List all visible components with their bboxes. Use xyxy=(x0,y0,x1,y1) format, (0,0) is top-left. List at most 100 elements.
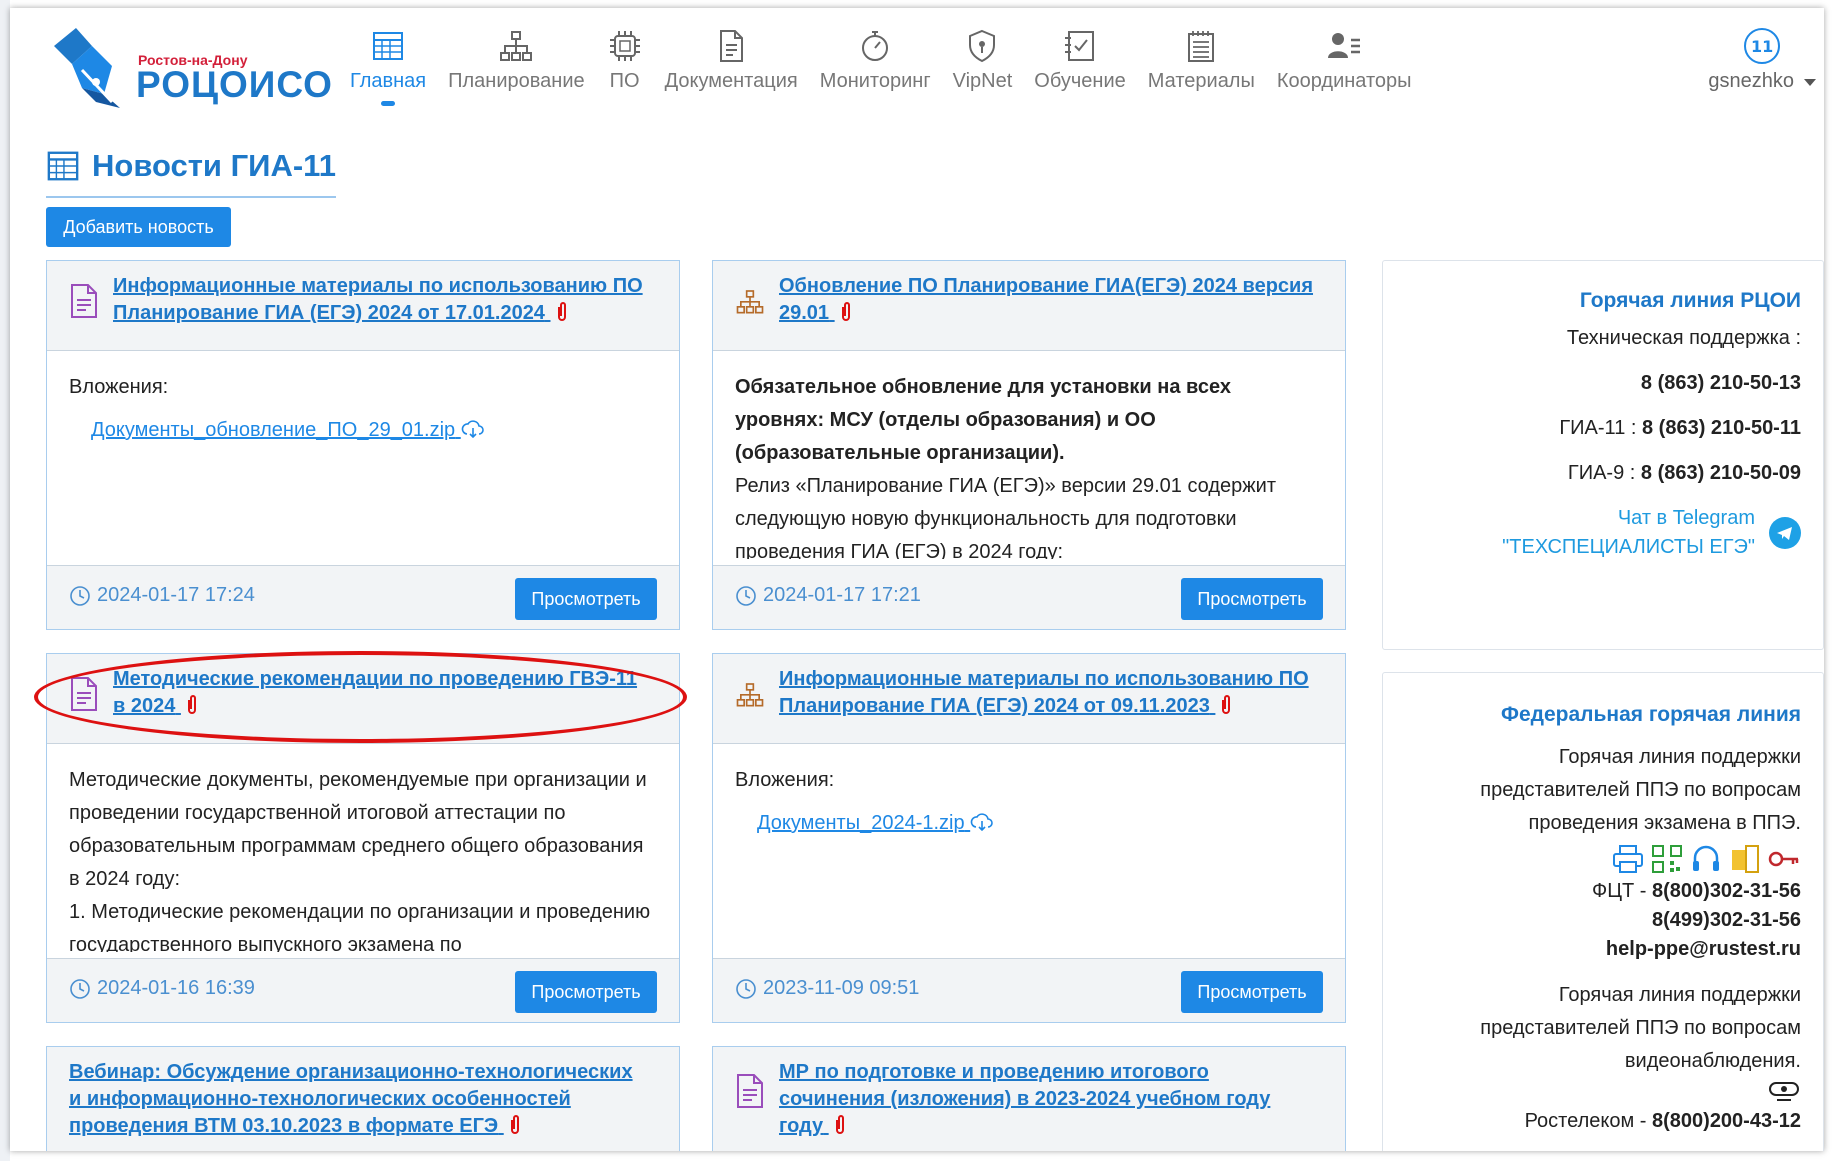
news-title-link[interactable]: Методические рекомендации по проведению … xyxy=(113,666,649,720)
checklist-icon xyxy=(1065,31,1095,61)
news-title-link[interactable]: МР по подготовке и проведению итогового … xyxy=(779,1059,1315,1140)
ftc-phone-1[interactable]: 8(800)302-31-56 xyxy=(1652,880,1801,902)
gia11-label: ГИА-11 : xyxy=(1559,417,1642,439)
view-button[interactable]: Просмотреть xyxy=(515,971,657,1013)
service-icons xyxy=(1405,844,1801,878)
telegram-chat-link[interactable]: Чат в Telegram "ТЕХСПЕЦИАЛИСТЫ ЕГЭ" xyxy=(1405,507,1801,559)
ftc-line: ФЦТ - 8(800)302-31-56 xyxy=(1405,880,1801,903)
clock-icon xyxy=(70,978,90,999)
card-header: Информационные материалы по использовани… xyxy=(713,654,1345,744)
nav-item-planning[interactable]: Планирование xyxy=(448,28,585,118)
chevron-down-icon[interactable] xyxy=(1804,79,1816,86)
device-icon xyxy=(1731,845,1759,873)
attachments-label: Вложения: xyxy=(69,376,169,398)
nav-label: Главная xyxy=(350,70,427,92)
news-title-link[interactable]: Вебинар: Обсуждение организационно-техно… xyxy=(69,1059,649,1140)
grid-table-icon xyxy=(373,32,404,60)
support-phone[interactable]: 8 (863) 210-50-13 xyxy=(1405,372,1801,395)
view-button[interactable]: Просмотреть xyxy=(515,578,657,620)
nav-item-home[interactable]: Главная xyxy=(350,28,426,118)
site-logo[interactable]: Ростов-на-Дону РОЦОИСО xyxy=(46,24,336,114)
active-indicator xyxy=(381,101,396,106)
news-summary-bold: Обязательное обновление для установки на… xyxy=(735,376,1231,464)
video-monitoring-desc: Горячая линия поддержки представителей П… xyxy=(1480,984,1801,1072)
chip-icon xyxy=(609,31,640,61)
card-body: Вложения: Документы_2024-1.zip xyxy=(735,764,1323,840)
gia11-line: ГИА-11 : 8 (863) 210-50-11 xyxy=(1405,417,1801,440)
pen-logo-icon xyxy=(54,28,120,108)
news-date-text: 2024-01-17 17:21 xyxy=(763,584,921,606)
nav-item-software[interactable]: ПО xyxy=(607,28,643,118)
nav-label: VipNet xyxy=(952,70,1013,92)
news-date: 2024-01-16 16:39 xyxy=(69,977,255,1000)
gia9-phone[interactable]: 8 (863) 210-50-09 xyxy=(1641,462,1801,484)
notification-badge[interactable]: 11 xyxy=(1744,28,1781,64)
nav-label: Планирование xyxy=(448,70,585,92)
page-title-text: Новости ГИА-11 xyxy=(92,148,336,183)
news-card: Методические рекомендации по проведению … xyxy=(46,653,680,1023)
news-date: 2023-11-09 09:51 xyxy=(735,977,919,1000)
news-date-text: 2024-01-16 16:39 xyxy=(97,977,255,999)
nav-label: Мониторинг xyxy=(819,70,931,92)
video-icons xyxy=(1405,1080,1801,1106)
card-footer: 2024-01-17 17:21 Просмотреть xyxy=(713,565,1345,629)
news-summary: Методические документы, рекомендуемые пр… xyxy=(69,769,647,890)
document-icon xyxy=(71,284,97,318)
news-title-link[interactable]: Информационные материалы по использовани… xyxy=(113,273,649,327)
stopwatch-icon xyxy=(862,31,889,61)
news-date-text: 2024-01-17 17:24 xyxy=(97,584,255,606)
nav-item-materials[interactable]: Материалы xyxy=(1148,28,1255,118)
news-summary: Релиз «Планирование ГИА (ЕГЭ)» версии 29… xyxy=(735,475,1276,559)
telegram-line2: "ТЕХСПЕЦИАЛИСТЫ ЕГЭ" xyxy=(1502,536,1755,558)
news-card: Информационные материалы по использовани… xyxy=(712,653,1346,1023)
logo-name: РОЦОИСО xyxy=(136,64,333,105)
attachment-link-text: Документы_обновление_ПО_29_01.zip xyxy=(91,419,456,441)
attachments-label: Вложения: xyxy=(735,769,835,791)
notepad-icon xyxy=(1188,31,1215,62)
card-header: Вебинар: Обсуждение организационно-техно… xyxy=(47,1047,679,1151)
telegram-icon xyxy=(1769,517,1801,549)
federal-hotline-panel: Федеральная горячая линия Горячая линия … xyxy=(1382,672,1824,1151)
nav-item-coordinators[interactable]: Координаторы xyxy=(1277,28,1412,118)
card-footer: 2024-01-17 17:24 Просмотреть xyxy=(47,565,679,629)
paperclip-icon xyxy=(841,302,850,321)
webcam-icon xyxy=(1769,1082,1799,1101)
clock-icon xyxy=(70,585,90,606)
card-header: Методические рекомендации по проведению … xyxy=(47,654,679,744)
user-menu[interactable]: 11 gsnezhko xyxy=(1708,28,1816,93)
paperclip-icon xyxy=(510,1115,519,1134)
nav-item-training[interactable]: Обучение xyxy=(1034,28,1126,118)
ftc-phone-2[interactable]: 8(499)302-31-56 xyxy=(1405,909,1801,932)
headset-icon xyxy=(1692,845,1719,871)
view-button[interactable]: Просмотреть xyxy=(1181,578,1323,620)
nav-item-monitoring[interactable]: Мониторинг xyxy=(820,28,931,118)
news-title-link[interactable]: Информационные материалы по использовани… xyxy=(779,666,1315,720)
gia11-phone[interactable]: 8 (863) 210-50-11 xyxy=(1642,417,1801,439)
shield-icon xyxy=(969,29,996,63)
nav-item-documentation[interactable]: Документация xyxy=(665,28,798,118)
panel-title: Федеральная горячая линия xyxy=(1501,703,1801,726)
support-label: Техническая поддержка : xyxy=(1566,327,1801,349)
news-title-link[interactable]: Обновление ПО Планирование ГИА(ЕГЭ) 2024… xyxy=(779,273,1315,327)
rostelecom-phone[interactable]: 8(800)200-43-12 xyxy=(1652,1110,1801,1132)
rcoi-hotline-panel: Горячая линия РЦОИ Техническая поддержка… xyxy=(1382,260,1824,650)
news-card: Обновление ПО Планирование ГИА(ЕГЭ) 2024… xyxy=(712,260,1346,630)
view-button[interactable]: Просмотреть xyxy=(1181,971,1323,1013)
key-icon xyxy=(1768,851,1799,867)
attachment-link[interactable]: Документы_обновление_ПО_29_01.zip xyxy=(91,414,657,447)
news-card: Информационные материалы по использовани… xyxy=(46,260,680,630)
nav-label: Координаторы xyxy=(1276,70,1412,92)
page-title: Новости ГИА-11 xyxy=(46,148,336,198)
add-news-button[interactable]: Добавить новость xyxy=(46,207,231,247)
nav-label: Материалы xyxy=(1147,70,1255,92)
attachment-link-text: Документы_2024-1.zip xyxy=(757,812,965,834)
user-name: gsnezhko xyxy=(1708,70,1794,92)
nav-item-vipnet[interactable]: VipNet xyxy=(952,28,1013,118)
support-email[interactable]: help-ppe@rustest.ru xyxy=(1405,938,1801,961)
attachment-link[interactable]: Документы_2024-1.zip xyxy=(757,807,1323,840)
news-title-text: МР по подготовке и проведению итогового … xyxy=(779,1061,1271,1137)
card-footer: 2023-11-09 09:51 Просмотреть xyxy=(713,958,1345,1022)
gia9-label: ГИА-9 : xyxy=(1567,462,1641,484)
document-icon xyxy=(71,677,97,711)
cloud-download-icon xyxy=(461,420,484,438)
